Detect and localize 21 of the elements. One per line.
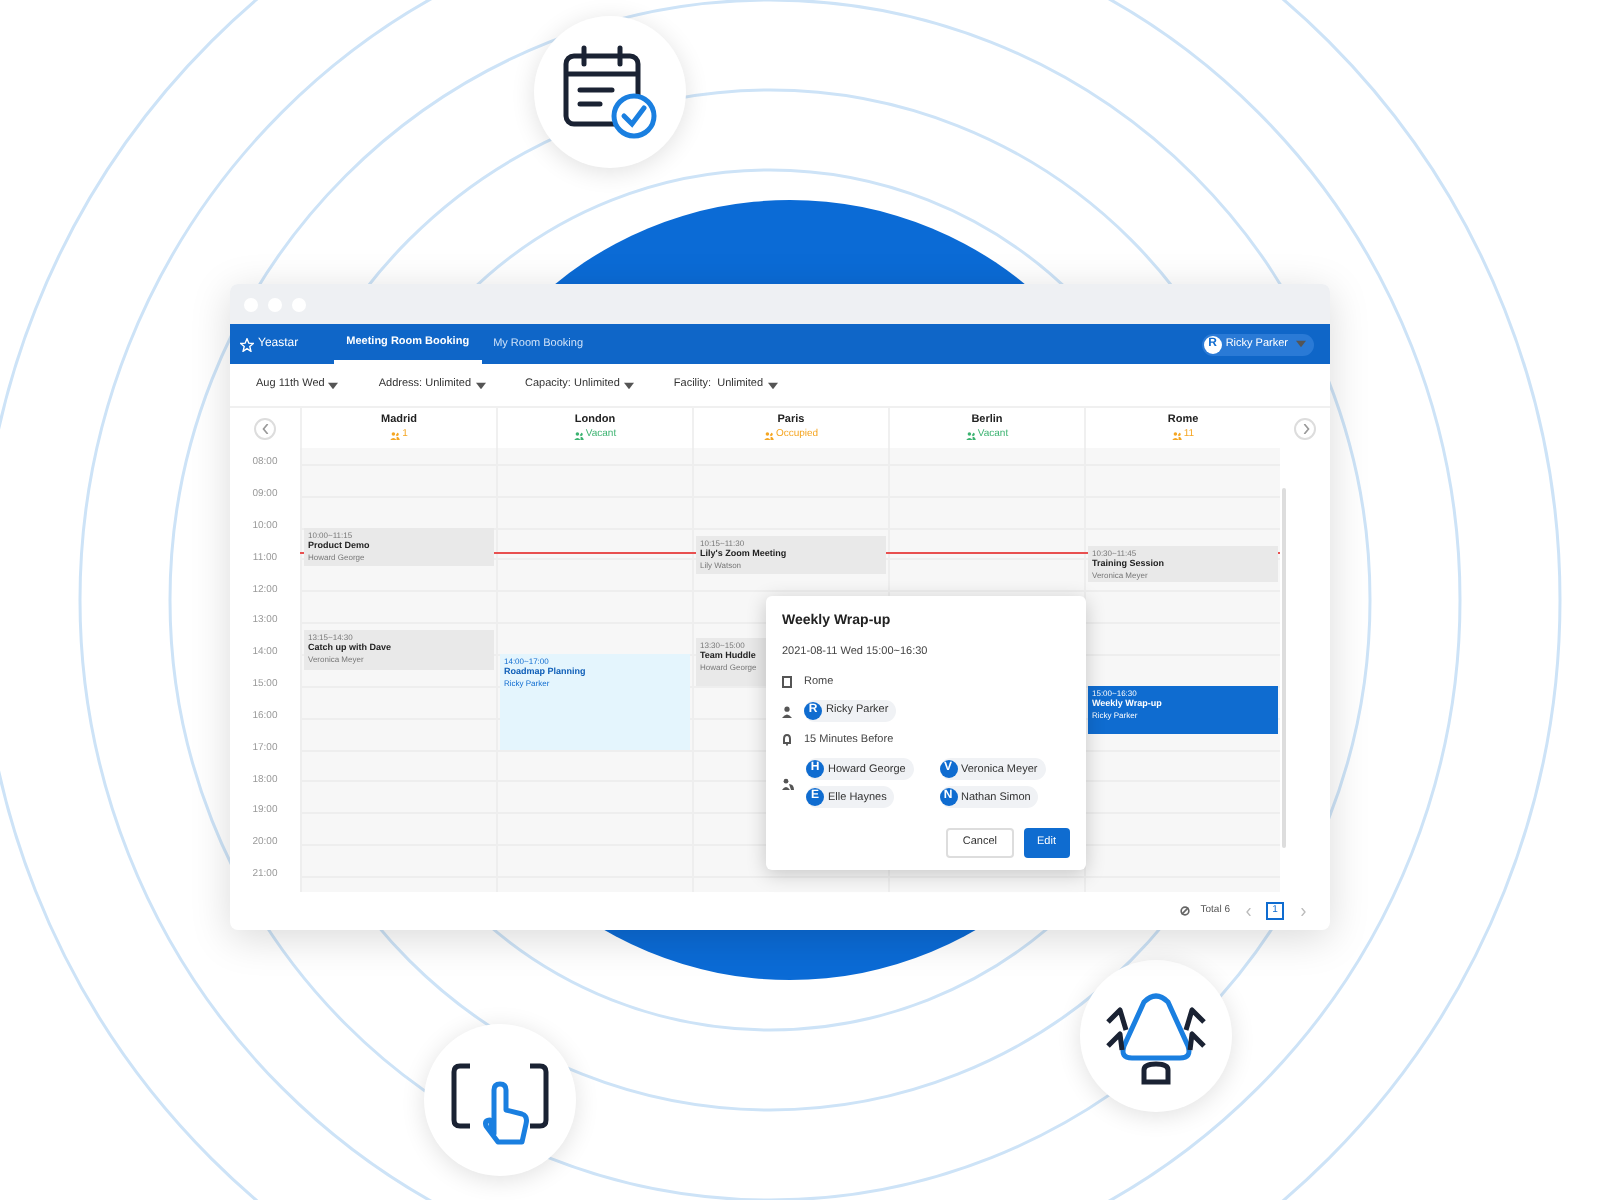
chevron-left-icon xyxy=(261,423,269,433)
people-icon xyxy=(763,432,774,441)
people-icon xyxy=(965,432,976,441)
people-icon xyxy=(390,432,401,441)
star-logo-icon xyxy=(240,337,254,351)
person-icon xyxy=(782,705,792,717)
people-icon xyxy=(1171,432,1182,441)
chevron-right-icon xyxy=(1301,423,1309,433)
caret-icon xyxy=(475,381,486,389)
bell-icon xyxy=(782,734,792,747)
previous-button[interactable] xyxy=(254,417,276,439)
caret-icon xyxy=(328,381,339,389)
calendar-check-icon xyxy=(560,42,660,142)
caret-icon xyxy=(767,381,778,389)
caret-icon xyxy=(1296,340,1306,348)
people-icon xyxy=(573,432,584,441)
people-icon xyxy=(782,777,794,790)
chevron-left-icon xyxy=(1245,907,1251,915)
caret-icon xyxy=(623,381,634,389)
next-button[interactable] xyxy=(1294,417,1316,439)
chevron-right-icon xyxy=(1299,907,1305,915)
